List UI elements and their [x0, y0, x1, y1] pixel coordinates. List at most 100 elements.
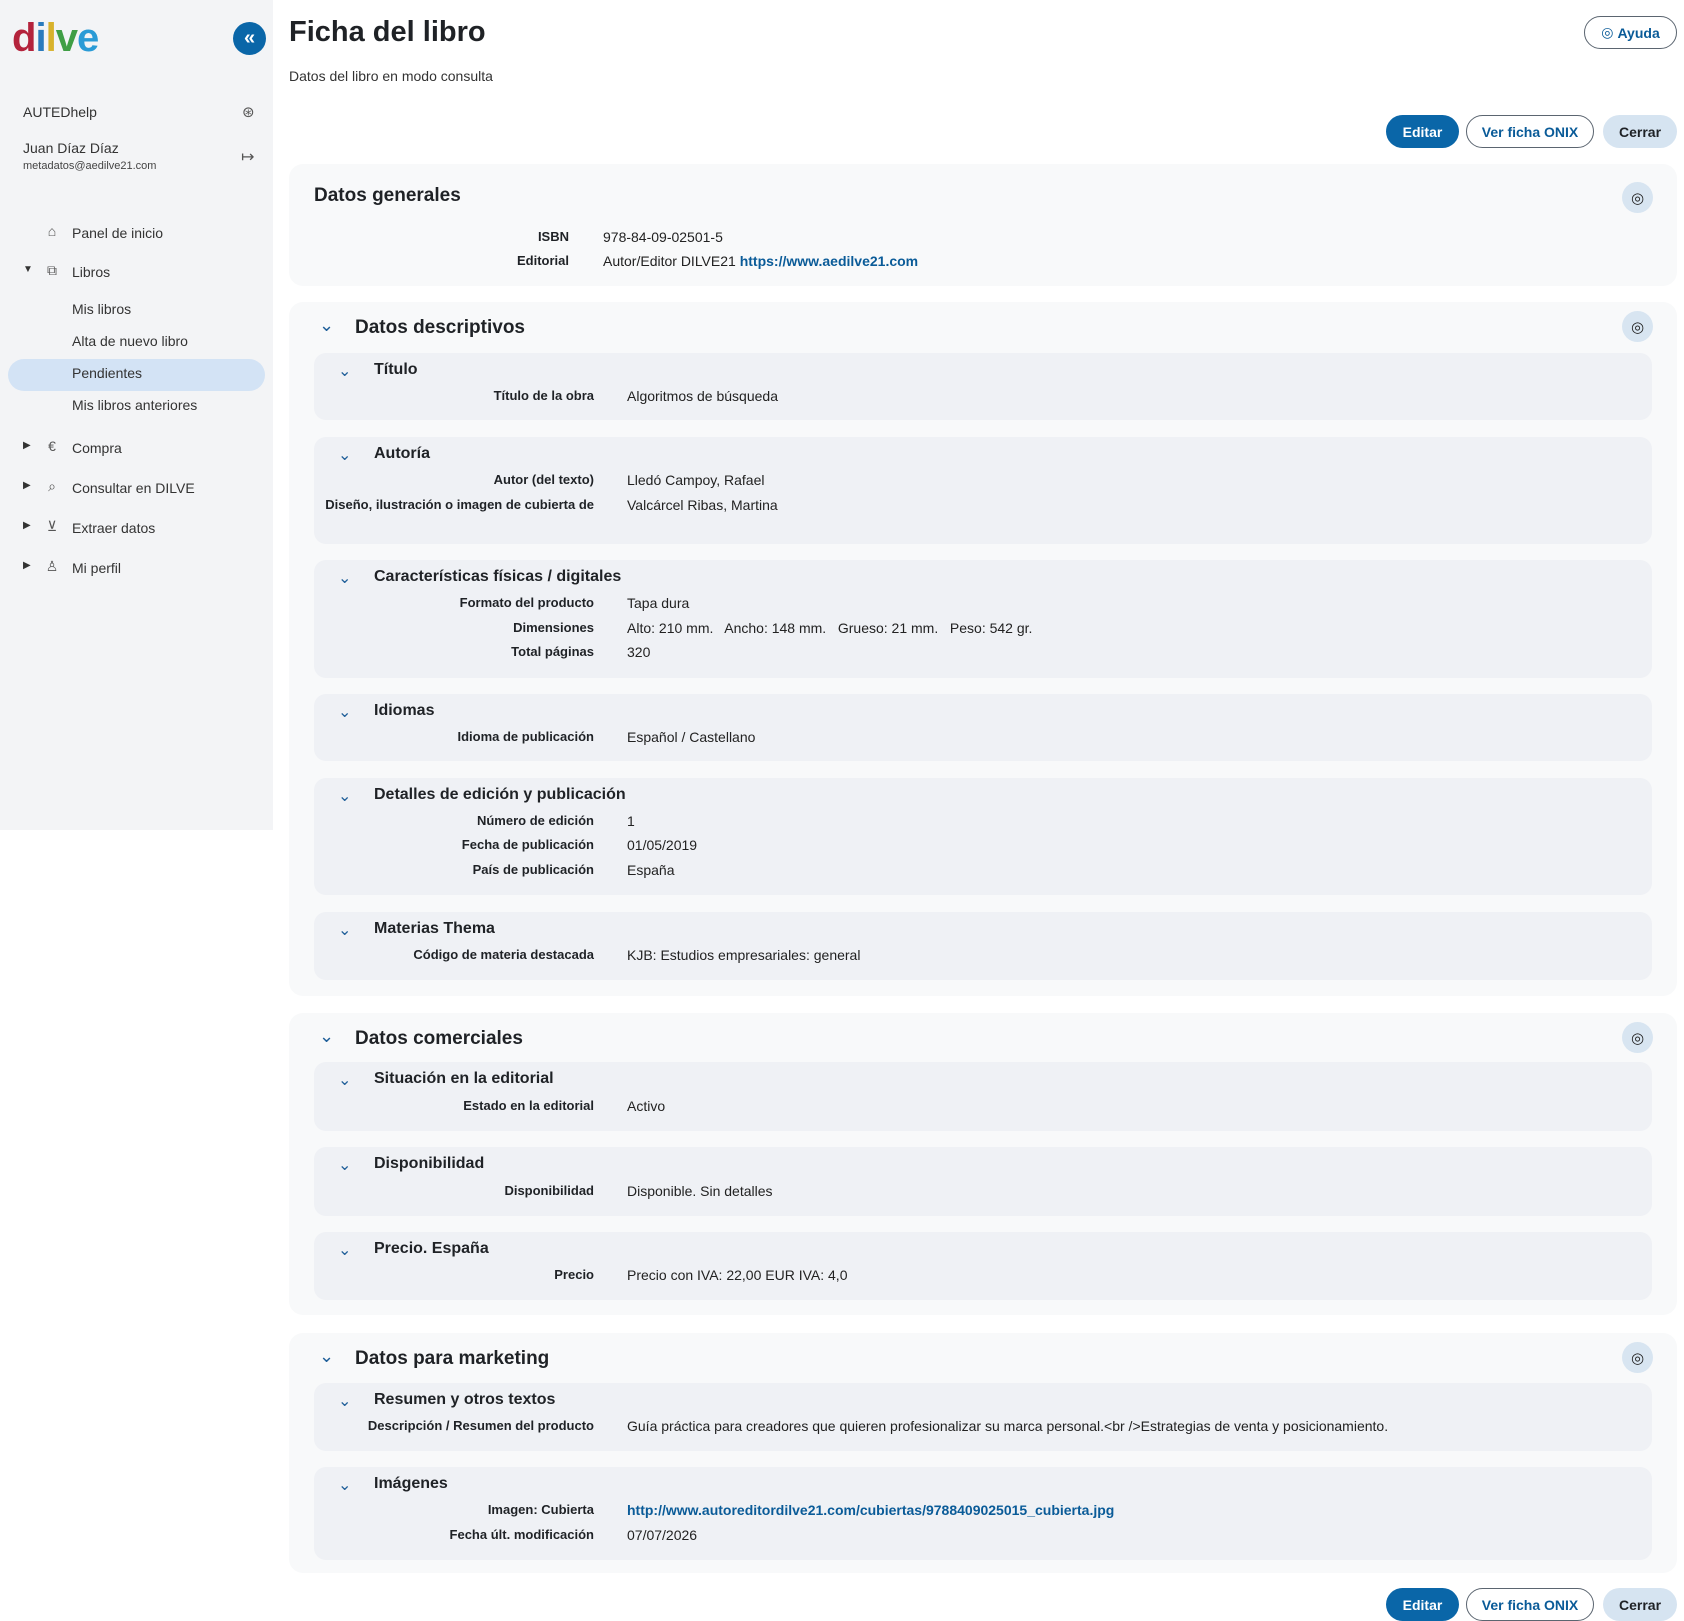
field-value: 07/07/2026 [627, 1527, 698, 1543]
card-summary: ⌄ Resumen y otros textos Descripción / R… [314, 1383, 1652, 1451]
field-label: Autor (del texto) [493, 472, 594, 487]
chevron-down-icon[interactable]: ⌄ [338, 445, 351, 465]
publisher-value: Autor/Editor DILVE21 https://www.aedilve… [603, 253, 918, 269]
card-availability: ⌄ Disponibilidad Disponibilidad Disponib… [314, 1147, 1652, 1216]
caret-right-icon: ▶ [23, 440, 31, 451]
field-value: Disponible. Sin detalles [627, 1183, 773, 1199]
logout-icon[interactable]: ↦ [241, 147, 254, 167]
card-subjects: ⌄ Materias Thema Código de materia desta… [314, 912, 1652, 980]
nav-item-pending[interactable]: Pendientes [72, 365, 142, 381]
target-icon[interactable]: ◎ [1622, 1022, 1653, 1053]
field-value: Activo [627, 1098, 666, 1114]
view-onix-button[interactable]: Ver ficha ONIX [1466, 1588, 1594, 1621]
card-heading: Situación en la editorial [374, 1070, 554, 1087]
field-label: Estado en la editorial [463, 1098, 594, 1113]
card-heading: Idiomas [374, 702, 435, 719]
field-value: Algoritmos de búsqueda [627, 388, 778, 404]
chevron-down-icon[interactable]: ⌄ [338, 1070, 351, 1090]
card-edition: ⌄ Detalles de edición y publicación Núme… [314, 778, 1652, 895]
chevron-down-icon[interactable]: ⌄ [338, 568, 351, 588]
collapse-sidebar-button[interactable]: « [233, 22, 266, 55]
chevron-down-icon[interactable]: ⌄ [338, 1475, 351, 1495]
field-value: Español / Castellano [627, 729, 756, 745]
chevron-down-icon[interactable]: ⌄ [338, 1155, 351, 1175]
logo-letter: l [45, 16, 57, 60]
field-label: Fecha últ. modificación [449, 1527, 594, 1542]
nav-item-extract[interactable]: ▶ ⊻ Extraer datos [0, 512, 273, 544]
edit-button[interactable]: Editar [1386, 1588, 1459, 1621]
field-label: Imagen: Cubierta [487, 1502, 594, 1517]
user-name: Juan Díaz Díaz [23, 140, 119, 156]
nav-label: Mi perfil [72, 560, 122, 576]
section-title: Datos generales [314, 185, 461, 206]
field-label: Disponibilidad [504, 1183, 594, 1198]
chevron-down-icon[interactable]: ⌄ [338, 1391, 351, 1411]
chevron-down-icon[interactable]: ⌄ [338, 361, 351, 381]
download-icon: ⊻ [46, 518, 58, 534]
chevron-down-icon[interactable]: ⌄ [338, 920, 351, 940]
publisher-link[interactable]: https://www.aedilve21.com [740, 253, 918, 269]
field-value: 320 [627, 644, 651, 660]
chevron-down-icon[interactable]: ⌄ [319, 315, 334, 336]
nav-item-profile[interactable]: ▶ ♙ Mi perfil [0, 552, 273, 584]
field-label: Título de la obra [493, 388, 594, 403]
logo-letter: d [12, 16, 36, 60]
logo-letter: e [76, 16, 99, 60]
chevron-down-icon[interactable]: ⌄ [319, 1026, 334, 1047]
close-button[interactable]: Cerrar [1603, 1588, 1677, 1621]
view-onix-button[interactable]: Ver ficha ONIX [1466, 115, 1594, 148]
nav-item-previous-books[interactable]: Mis libros anteriores [72, 397, 197, 413]
field-label: Fecha de publicación [461, 837, 594, 852]
nav-label: Extraer datos [72, 520, 156, 536]
nav-label: Panel de inicio [72, 225, 164, 241]
close-button[interactable]: Cerrar [1603, 115, 1677, 148]
help-button[interactable]: ◎ Ayuda [1584, 16, 1677, 49]
nav-label: Libros [72, 264, 111, 280]
card-title: ⌄ Título Título de la obra Algoritmos de… [314, 353, 1652, 420]
field-label: Diseño, ilustración o imagen de cubierta… [325, 497, 594, 512]
field-value: Precio con IVA: 22,00 EUR IVA: 4,0 [627, 1267, 848, 1283]
caret-right-icon: ▶ [23, 480, 31, 491]
field-label: Descripción / Resumen del producto [367, 1418, 594, 1433]
nav-item-my-books[interactable]: Mis libros [72, 301, 131, 317]
help-label: Ayuda [1617, 24, 1660, 41]
field-label: Código de materia destacada [413, 947, 594, 962]
field-label: Formato del producto [459, 595, 594, 610]
cover-image-link[interactable]: http://www.autoreditordilve21.com/cubier… [627, 1502, 1114, 1518]
card-heading: Imágenes [374, 1475, 448, 1492]
target-icon[interactable]: ◎ [1622, 1342, 1653, 1373]
nav-item-consult[interactable]: ▶ ⌕ Consultar en DILVE [0, 472, 273, 504]
caret-right-icon: ▶ [23, 560, 31, 571]
sidebar: dilve « AUTEDhelp ⊛ Juan Díaz Díaz metad… [0, 0, 273, 830]
isbn-label: ISBN [537, 229, 569, 244]
page-title: Ficha del libro [289, 16, 486, 48]
section-title: Datos para marketing [355, 1348, 550, 1369]
lifebuoy-icon[interactable]: ⊛ [242, 103, 255, 121]
dilve-logo[interactable]: dilve [12, 16, 99, 61]
nav-item-new-book[interactable]: Alta de nuevo libro [72, 333, 188, 349]
chevron-down-icon[interactable]: ⌄ [338, 1240, 351, 1260]
field-value: KJB: Estudios empresariales: general [627, 947, 861, 963]
edit-button[interactable]: Editar [1386, 115, 1459, 148]
nav-item-home[interactable]: ⌂ Panel de inicio [0, 217, 273, 249]
commercial-data-section: ⌄ Datos comerciales ◎ ⌄ Situación en la … [289, 1013, 1677, 1315]
card-status: ⌄ Situación en la editorial Estado en la… [314, 1062, 1652, 1131]
chevron-down-icon[interactable]: ⌄ [338, 702, 351, 722]
card-heading: Precio. España [374, 1240, 489, 1257]
nav-item-purchase[interactable]: ▶ € Compra [0, 432, 273, 464]
logo-letter: i [35, 16, 46, 60]
card-price: ⌄ Precio. España Precio Precio con IVA: … [314, 1232, 1652, 1300]
user-email: metadatos@aedilve21.com [23, 160, 157, 172]
target-icon[interactable]: ◎ [1622, 311, 1653, 342]
chevron-down-icon[interactable]: ⌄ [319, 1346, 334, 1367]
card-images: ⌄ Imágenes Imagen: Cubierta http://www.a… [314, 1467, 1652, 1560]
field-label: Idioma de publicación [457, 729, 594, 744]
search-icon: ⌕ [48, 478, 56, 494]
page-subtitle: Datos del libro en modo consulta [289, 68, 493, 84]
nav-item-books[interactable]: ▼ ⧉ Libros [0, 256, 273, 288]
publisher-name: Autor/Editor DILVE21 [603, 253, 736, 269]
euro-icon: € [48, 438, 56, 454]
field-label: País de publicación [472, 862, 594, 877]
chevron-down-icon[interactable]: ⌄ [338, 786, 351, 806]
target-icon[interactable]: ◎ [1622, 182, 1653, 213]
